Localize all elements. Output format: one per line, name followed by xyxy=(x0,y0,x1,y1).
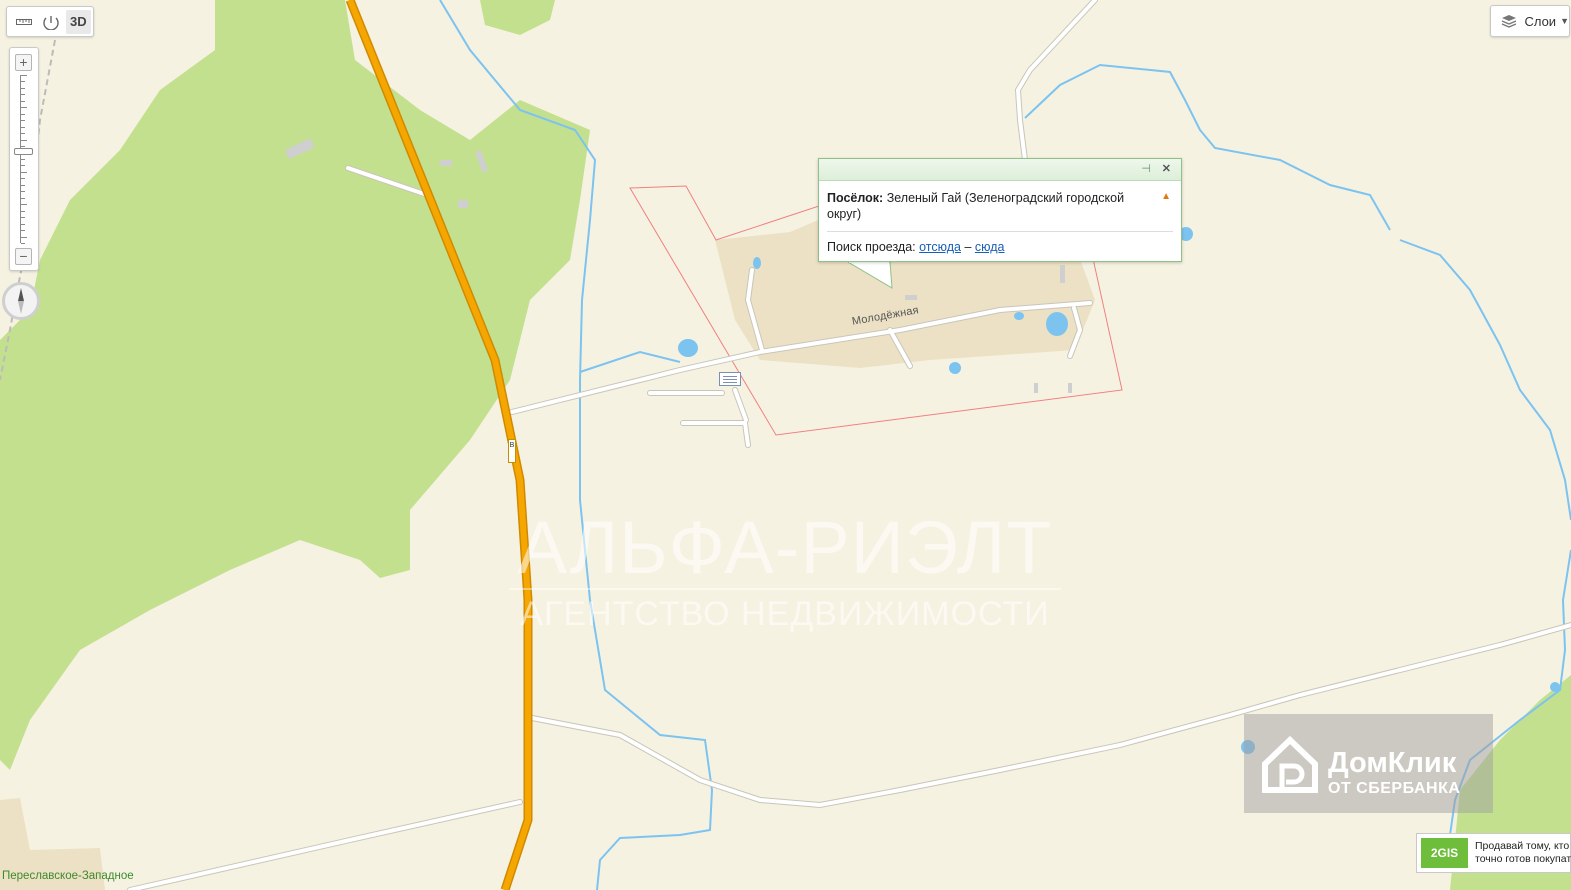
pond xyxy=(949,362,961,374)
zoom-control: + − xyxy=(9,47,39,271)
building xyxy=(1068,383,1072,393)
domklik-brand: ДомКлик xyxy=(1328,747,1457,779)
poi-marker-icon[interactable] xyxy=(719,372,741,386)
zoom-tick xyxy=(21,204,27,205)
zoom-tick xyxy=(21,224,25,225)
building xyxy=(440,160,452,166)
settlement-label[interactable]: Переславское-Западное xyxy=(2,870,134,882)
road xyxy=(128,800,522,890)
warning-icon[interactable]: ▲ xyxy=(1161,191,1171,202)
river xyxy=(579,350,681,373)
mode-3d-button[interactable]: 3D xyxy=(65,9,91,34)
zoom-tick xyxy=(21,230,25,231)
river xyxy=(1399,239,1571,521)
pond xyxy=(1550,682,1560,692)
zoom-tick xyxy=(21,133,25,134)
watermark: АЛЬФА-РИЭЛТ АГЕНТСТВО НЕДВИЖИМОСТИ xyxy=(505,508,1065,638)
zoom-tick xyxy=(21,140,27,141)
zoom-tick xyxy=(21,237,27,238)
route-from-link[interactable]: отсюда xyxy=(919,240,961,254)
zoom-tick xyxy=(21,81,25,82)
layers-label: Слои xyxy=(1524,13,1557,29)
zoom-tick xyxy=(21,165,25,166)
2gis-logo: 2GIS xyxy=(1421,838,1468,868)
popup-pointer xyxy=(848,261,893,289)
forest-area xyxy=(480,0,555,35)
road xyxy=(1015,0,1097,162)
zoom-slider-track[interactable] xyxy=(20,75,27,244)
pond xyxy=(753,257,761,269)
zoom-tick xyxy=(21,172,27,173)
road xyxy=(733,388,748,422)
zoom-tick xyxy=(21,127,25,128)
zoom-tick xyxy=(21,185,25,186)
domklik-sub: ОТ СБЕРБАНКА xyxy=(1328,780,1461,797)
zoom-tick xyxy=(21,159,25,160)
watermark-brand: АЛЬФА-РИЭЛТ xyxy=(517,506,1053,589)
route-prefix: Поиск проезда: xyxy=(827,240,916,254)
building xyxy=(458,200,468,208)
domklik-watermark: ДомКлик ОТ СБЕРБАНКА xyxy=(1244,714,1493,813)
zoom-tick xyxy=(21,88,25,89)
zoom-tick xyxy=(21,211,25,212)
layers-icon xyxy=(1501,15,1517,28)
road-number-shield: В xyxy=(508,439,516,463)
zoom-tick xyxy=(21,217,25,218)
chevron-down-icon: ▼ xyxy=(1560,16,1569,26)
zoom-in-button[interactable]: + xyxy=(15,54,32,71)
popup-divider xyxy=(827,231,1173,232)
place-category: Посёлок: xyxy=(827,191,884,205)
pond xyxy=(1046,312,1068,336)
zoom-out-button[interactable]: − xyxy=(15,248,32,265)
ad-text: Продавай тому, кто точно готов покупать xyxy=(1475,840,1571,866)
pond xyxy=(1014,312,1024,320)
route-separator: – xyxy=(964,240,972,254)
zoom-tick xyxy=(21,94,25,95)
zoom-tick xyxy=(21,191,25,192)
map-toolbar: 3D xyxy=(6,6,94,37)
road xyxy=(681,421,750,447)
building xyxy=(1060,265,1065,283)
place-info-popup: ⊣ ✕ ▲ Посёлок: Зеленый Гай (Зеленоградск… xyxy=(818,158,1182,262)
pin-icon[interactable]: ⊣ xyxy=(1141,162,1151,175)
ad-line-1: Продавай тому, кто xyxy=(1475,840,1570,852)
ruler-icon[interactable] xyxy=(11,10,36,34)
compass-icon[interactable] xyxy=(2,282,40,320)
zoom-slider-handle[interactable] xyxy=(14,148,33,155)
measure-area-icon[interactable] xyxy=(38,10,63,34)
zoom-tick xyxy=(21,120,25,121)
layers-button[interactable]: Слои ▼ xyxy=(1490,5,1570,37)
zoom-tick xyxy=(21,146,25,147)
ad-banner[interactable]: 2GIS Продавай тому, кто точно готов поку… xyxy=(1416,833,1571,873)
building xyxy=(1034,383,1038,393)
zoom-tick xyxy=(21,198,25,199)
building xyxy=(905,295,917,300)
pond xyxy=(678,339,698,357)
close-icon[interactable]: ✕ xyxy=(1162,162,1171,175)
zoom-tick xyxy=(21,75,27,76)
zoom-tick xyxy=(21,107,27,108)
route-to-link[interactable]: сюда xyxy=(975,240,1005,254)
ad-line-2: точно готов покупать xyxy=(1475,853,1571,865)
zoom-tick xyxy=(21,178,25,179)
popup-header: ⊣ ✕ xyxy=(819,159,1181,181)
route-search: Поиск проезда: отсюда – сюда xyxy=(827,239,1173,255)
watermark-tagline: АГЕНТСТВО НЕДВИЖИМОСТИ xyxy=(520,595,1050,633)
zoom-tick xyxy=(21,243,25,244)
domklik-logo-icon xyxy=(1262,735,1318,793)
zoom-tick xyxy=(21,114,25,115)
zoom-tick xyxy=(21,101,25,102)
popup-title: Посёлок: Зеленый Гай (Зеленоградский гор… xyxy=(827,190,1173,222)
map-canvas[interactable]: АЛЬФА-РИЭЛТ АГЕНТСТВО НЕДВИЖИМОСТИ Молод… xyxy=(0,0,1571,890)
